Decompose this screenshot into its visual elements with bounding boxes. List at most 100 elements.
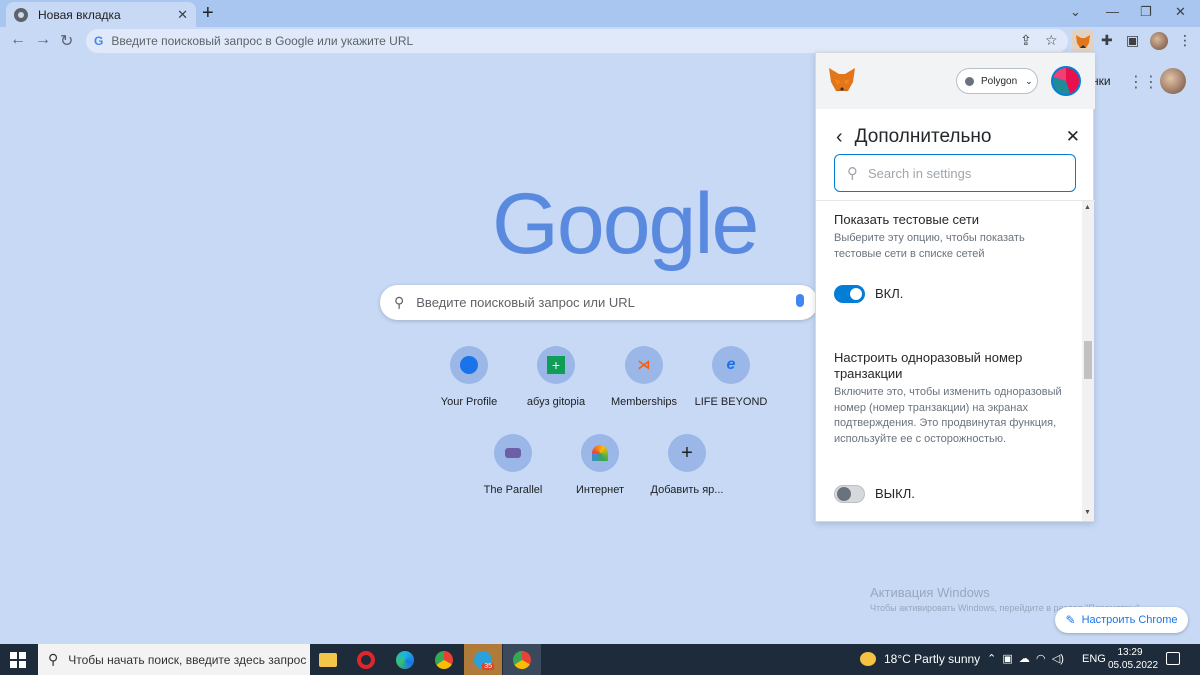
- sailboat-icon: [450, 346, 488, 384]
- search-icon: ⚲: [847, 165, 858, 182]
- settings-list: Показать тестовые сети Выберите эту опци…: [816, 201, 1084, 521]
- windows-taskbar: ⚲ Чтобы начать поиск, введите здесь запр…: [0, 644, 1200, 675]
- clock-date: 05.05.2022: [1108, 660, 1159, 671]
- opera-icon[interactable]: [347, 644, 385, 675]
- chrome-taskbar-icon[interactable]: [425, 644, 463, 675]
- bookmark-star-icon[interactable]: ☆: [1045, 32, 1058, 49]
- chrome-active-icon[interactable]: [503, 644, 541, 675]
- metamask-popup: Polygon ⌄ ‹ Дополнительно ✕ ⚲ Search in …: [815, 52, 1095, 522]
- parallel-icon: [494, 434, 532, 472]
- forward-arrow-icon[interactable]: →: [35, 31, 51, 49]
- edge-icon[interactable]: [386, 644, 424, 675]
- google-logo: Google: [492, 176, 759, 272]
- back-chevron-icon[interactable]: ‹: [836, 126, 843, 149]
- new-tab-button[interactable]: +: [202, 3, 214, 23]
- tab-search-chevron-icon[interactable]: ⌄: [1070, 4, 1081, 20]
- volume-icon[interactable]: ◁): [1052, 653, 1064, 665]
- telegram-badge: 35: [482, 663, 494, 670]
- account-avatar[interactable]: [1051, 66, 1081, 96]
- customize-label: Настроить Chrome: [1081, 614, 1178, 626]
- activation-title: Активация Windows: [870, 585, 990, 600]
- system-tray[interactable]: ⌃ ▣ ☁ ◠ ◁): [987, 652, 1064, 665]
- chevron-down-icon: ⌄: [1025, 75, 1033, 86]
- file-explorer-icon[interactable]: [309, 644, 347, 675]
- settings-scrollbar[interactable]: ▲ ▼: [1082, 201, 1094, 521]
- extensions-puzzle-icon[interactable]: ✚: [1101, 32, 1113, 49]
- windows-start-icon[interactable]: [10, 652, 26, 668]
- metamask-fox-icon[interactable]: [828, 67, 856, 98]
- toggle-custom-nonce[interactable]: [834, 485, 865, 503]
- notification-icon[interactable]: [1166, 652, 1180, 665]
- profile-avatar[interactable]: [1150, 32, 1168, 50]
- setting-desc-custom-nonce: Включите это, чтобы изменить одноразовый…: [834, 386, 1062, 445]
- customize-chrome-button[interactable]: ✎ Настроить Chrome: [1055, 607, 1188, 633]
- scrollbar-thumb[interactable]: [1084, 341, 1092, 379]
- shortcut-label: Добавить яр...: [650, 484, 724, 496]
- shortcut-life-beyond[interactable]: e LIFE BEYOND: [687, 346, 775, 408]
- clock-time: 13:29: [1117, 647, 1143, 658]
- page-title: Дополнительно: [854, 126, 992, 147]
- metamask-extension-icon[interactable]: [1072, 30, 1094, 52]
- shortcut-label: Your Profile: [440, 396, 498, 408]
- fnatic-icon: ⋊: [625, 346, 663, 384]
- shortcut-memberships[interactable]: ⋊ Memberships: [600, 346, 688, 408]
- toggle-state-label: ВКЛ.: [875, 286, 904, 301]
- shortcut-label: LIFE BEYOND: [694, 396, 768, 408]
- network-status-dot: [965, 76, 974, 86]
- side-panel-icon[interactable]: ▣: [1126, 32, 1139, 49]
- toggle-knob: [849, 287, 863, 301]
- shortcut-internet[interactable]: Интернет: [556, 434, 644, 496]
- tray-chevron-icon[interactable]: ⌃: [987, 653, 996, 665]
- scroll-up-arrow-icon[interactable]: ▲: [1084, 204, 1091, 211]
- telegram-icon[interactable]: 35: [464, 644, 502, 675]
- rainbow-icon: [581, 434, 619, 472]
- window-close-icon[interactable]: ✕: [1175, 4, 1186, 20]
- toggle-state-label: ВЫКЛ.: [875, 486, 915, 501]
- tray-app-icon[interactable]: ☁: [1019, 653, 1030, 665]
- taskbar-clock[interactable]: 13:29 05.05.2022: [1108, 646, 1159, 672]
- setting-desc-test-networks: Выберите эту опцию, чтобы показать тесто…: [834, 232, 1025, 260]
- shortcut-abuz-gitopia[interactable]: + абуз gitopia: [512, 346, 600, 408]
- shortcut-the-parallel[interactable]: The Parallel: [469, 434, 557, 496]
- tab-new-tab[interactable]: Новая вкладка ✕: [6, 2, 196, 27]
- tab-close-icon[interactable]: ✕: [177, 7, 188, 23]
- tray-app-icon[interactable]: ▣: [1002, 653, 1012, 665]
- chrome-menu-icon[interactable]: ⋮: [1178, 32, 1192, 49]
- chrome-icon: [14, 7, 28, 22]
- network-selector[interactable]: Polygon ⌄: [956, 68, 1038, 94]
- close-icon[interactable]: ✕: [1066, 127, 1080, 147]
- language-indicator[interactable]: ENG: [1082, 653, 1106, 665]
- tab-title: Новая вкладка: [38, 7, 121, 22]
- metamask-header: Polygon ⌄: [816, 53, 1095, 109]
- settings-title-row: ‹ Дополнительно ✕: [836, 125, 1080, 149]
- share-icon[interactable]: ⇪: [1020, 32, 1032, 49]
- shortcut-your-profile[interactable]: Your Profile: [425, 346, 513, 408]
- settings-search-input[interactable]: ⚲ Search in settings: [834, 154, 1076, 192]
- search-icon: ⚲: [48, 651, 59, 667]
- taskbar-search-input[interactable]: ⚲ Чтобы начать поиск, введите здесь запр…: [38, 644, 310, 675]
- setting-title-custom-nonce: Настроить одноразовый номер транзакции: [834, 350, 1023, 381]
- toggle-knob: [837, 487, 851, 501]
- restore-icon[interactable]: ❐: [1140, 4, 1152, 20]
- google-g-icon: G: [94, 34, 104, 48]
- scroll-down-arrow-icon[interactable]: ▼: [1084, 509, 1091, 516]
- ntp-search-placeholder: Введите поисковый запрос или URL: [416, 295, 635, 310]
- address-bar[interactable]: G Введите поисковый запрос в Google или …: [86, 29, 1068, 53]
- pencil-icon: ✎: [1065, 613, 1076, 627]
- ntp-search-input[interactable]: ⚲ Введите поисковый запрос или URL: [380, 285, 818, 320]
- reload-icon[interactable]: ↻: [60, 31, 73, 51]
- network-name: Polygon: [981, 75, 1018, 87]
- microphone-icon[interactable]: [796, 294, 804, 307]
- toggle-test-networks[interactable]: [834, 285, 865, 303]
- taskbar-search-placeholder: Чтобы начать поиск, введите здесь запрос: [68, 652, 307, 667]
- weather-widget[interactable]: 18°C Partly sunny: [860, 652, 980, 666]
- back-arrow-icon[interactable]: ←: [10, 31, 26, 49]
- address-bar-placeholder: Введите поисковый запрос в Google или ук…: [111, 34, 414, 48]
- search-icon: ⚲: [394, 294, 405, 310]
- minimize-icon[interactable]: —: [1106, 4, 1119, 19]
- google-account-avatar[interactable]: [1160, 68, 1186, 94]
- tab-strip: Новая вкладка ✕ + ⌄ — ❐ ✕: [0, 0, 1200, 27]
- shortcut-add[interactable]: + Добавить яр...: [643, 434, 731, 496]
- wifi-icon[interactable]: ◠: [1036, 653, 1046, 665]
- shortcut-label: Интернет: [576, 484, 624, 496]
